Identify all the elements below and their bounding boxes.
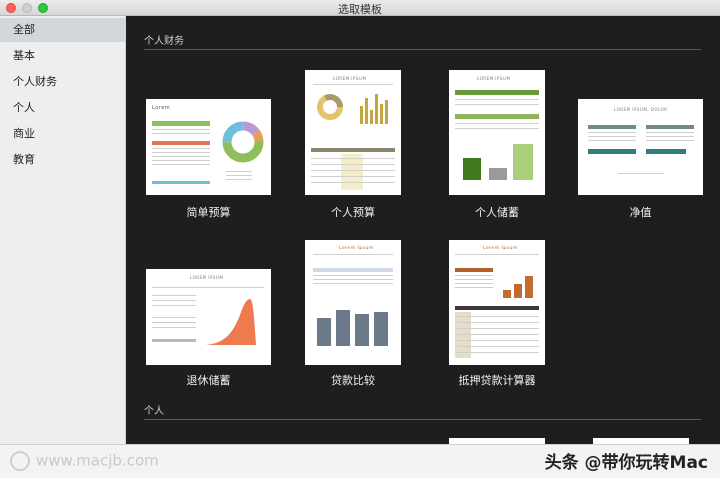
template-thumbnail[interactable]: LOREM IPSUM (305, 70, 401, 195)
section-divider (144, 49, 701, 50)
template-thumbnail[interactable]: LOREM IPSUM (146, 269, 271, 365)
template-thumbnail[interactable]: Lorem Ipsum (449, 240, 545, 365)
watermark-left: www.macjb.com (10, 451, 159, 471)
template-label: 净值 (629, 206, 652, 219)
section-title-personal-finance: 个人财务 (144, 36, 184, 47)
sidebar-item-all[interactable]: 全部 (0, 18, 126, 42)
watermark-logo-icon (10, 451, 30, 471)
window-title: 选取模板 (338, 3, 382, 16)
sidebar-item-personal-finance[interactable]: 个人财务 (0, 70, 126, 94)
template-thumbnail[interactable]: LOREM IPSUM, DOLOR (578, 99, 703, 195)
sidebar-item-education[interactable]: 教育 (0, 148, 126, 172)
template-label: 抵押贷款计算器 (458, 374, 536, 387)
sidebar-item-basic[interactable]: 基本 (0, 44, 126, 68)
window-titlebar: 选取模板 (0, 0, 720, 16)
template-label: 贷款比较 (331, 374, 375, 387)
template-thumbnail[interactable]: LOREM IPSUM (449, 70, 545, 195)
template-thumbnail[interactable]: Lorem Ipsum (305, 240, 401, 365)
bottom-bar: www.macjb.com 头条 @带你玩转Mac (0, 444, 720, 478)
sidebar-item-personal[interactable]: 个人 (0, 96, 126, 120)
category-sidebar: 全部 基本 个人财务 个人 商业 教育 (0, 16, 126, 444)
template-label: 个人预算 (331, 206, 375, 219)
sidebar-item-business[interactable]: 商业 (0, 122, 126, 146)
template-thumbnail[interactable]: Lorem (146, 99, 271, 195)
watermark-right: 头条 @带你玩转Mac (544, 453, 708, 473)
section-title-personal: 个人 (144, 406, 164, 417)
template-label: 个人储蓄 (475, 206, 519, 219)
section-divider (144, 419, 701, 420)
template-gallery: 个人财务 Lorem 简单预算 LOREM IPSUM 个人预算 LOREM I… (126, 16, 720, 444)
template-label: 简单预算 (186, 206, 231, 219)
template-label: 退休储蓄 (186, 374, 231, 387)
